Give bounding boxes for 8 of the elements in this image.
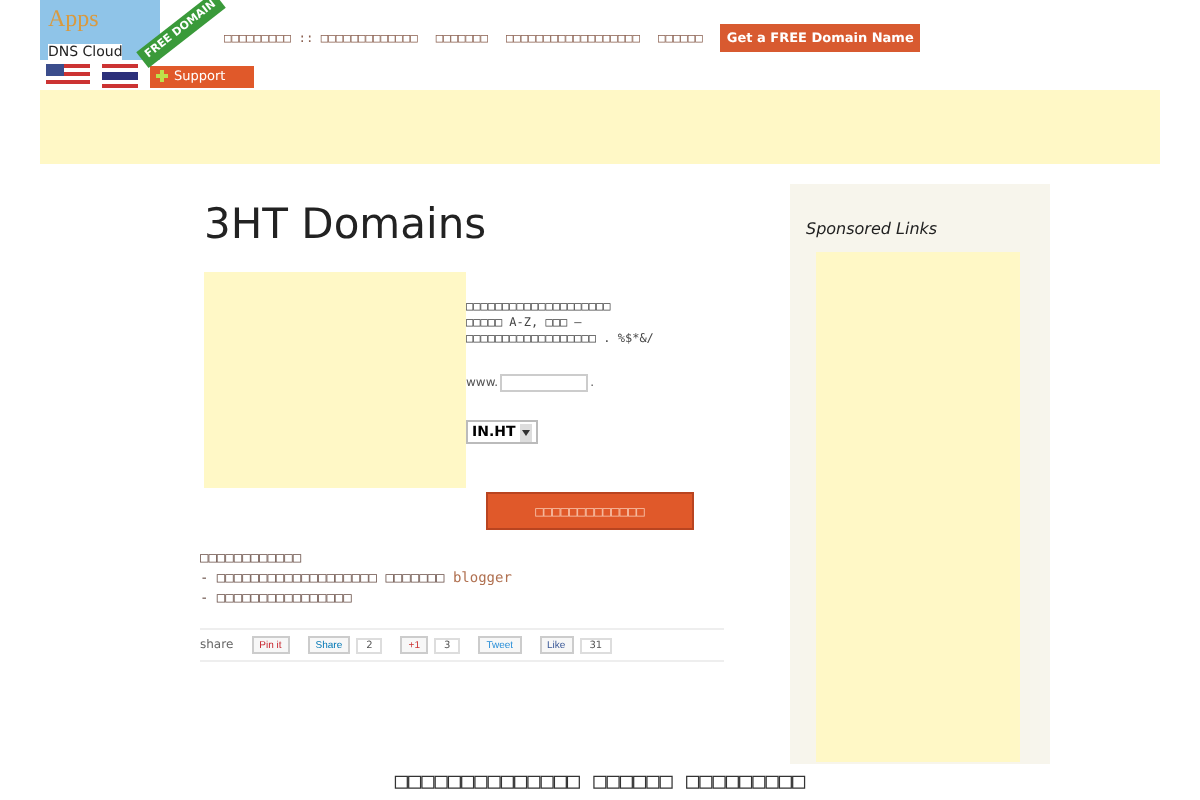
- domain-input[interactable]: [500, 374, 589, 392]
- logo-text: Apps: [48, 4, 99, 34]
- thai-flag-icon[interactable]: [102, 64, 138, 88]
- dropdown-arrow-icon[interactable]: [519, 423, 532, 441]
- page-title: 3HT Domains: [204, 200, 489, 248]
- sidebar-title: Sponsored Links: [806, 220, 938, 238]
- plus-icon: [156, 70, 168, 82]
- us-flag-icon[interactable]: [46, 64, 90, 88]
